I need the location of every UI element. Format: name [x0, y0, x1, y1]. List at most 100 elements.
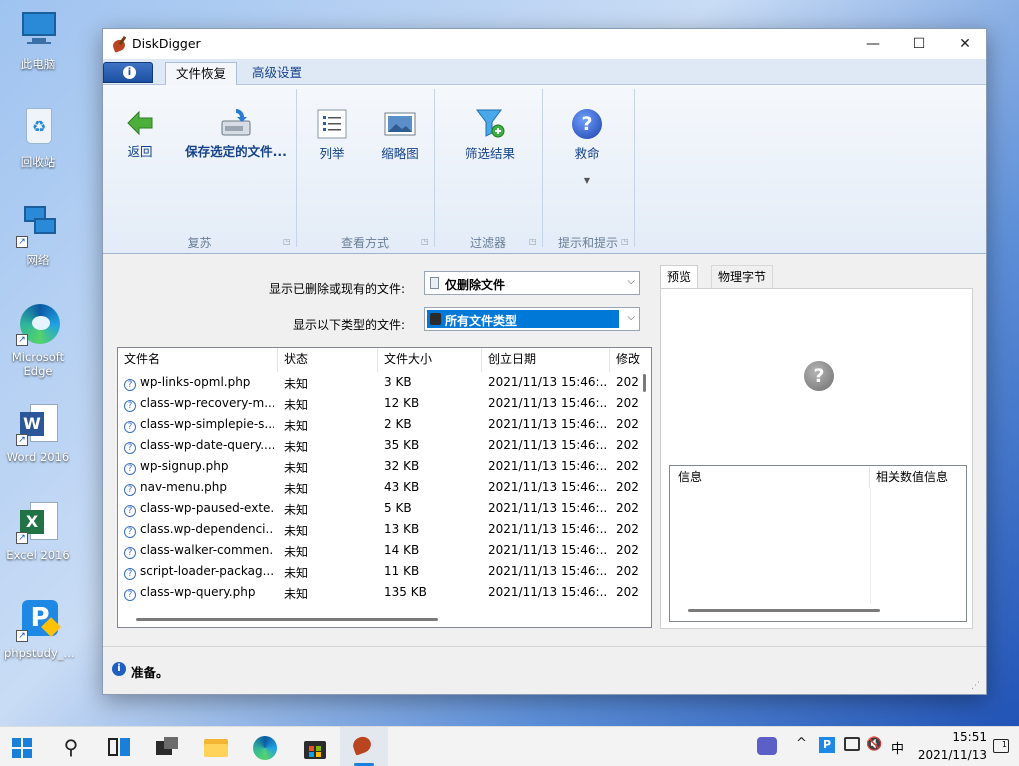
- search-icon[interactable]: ⚲: [56, 733, 86, 761]
- desktop-icon-network[interactable]: ↗ 网络: [4, 204, 72, 268]
- status-bar: i 准备。 ⋰: [103, 646, 986, 694]
- close-button[interactable]: ✕: [942, 29, 988, 59]
- thumbnails-icon: [384, 112, 416, 136]
- dialog-launcher-icon[interactable]: ◳: [621, 237, 629, 246]
- tab-advanced-settings[interactable]: 高级设置: [242, 62, 312, 85]
- save-selected-button[interactable]: 保存选定的文件...: [181, 107, 291, 160]
- column-header-created[interactable]: 创立日期: [482, 348, 610, 372]
- column-header-size[interactable]: 文件大小: [378, 348, 482, 372]
- application-menu-button[interactable]: i: [103, 62, 153, 83]
- network-tray-icon[interactable]: [844, 737, 860, 751]
- cell-name: ? class-wp-query.php: [124, 585, 274, 601]
- clock-date[interactable]: 2021/11/13: [905, 748, 987, 762]
- info-column-header[interactable]: 信息: [670, 466, 870, 488]
- file-list-table[interactable]: 文件名 状态 文件大小 创立日期 修改 ? wp-links-opml.php 未知…: [117, 347, 652, 628]
- cell-text: class.wp-dependenci...: [140, 522, 274, 536]
- desktop-icon-this-pc[interactable]: 此电脑: [4, 8, 72, 72]
- table-row[interactable]: ? class.wp-dependenci... 未知 13 KB 2021/11/13…: [118, 520, 639, 541]
- vertical-scrollbar[interactable]: [639, 372, 651, 612]
- clock-time[interactable]: 15:51: [905, 730, 987, 744]
- store-icon[interactable]: [300, 733, 330, 761]
- back-button[interactable]: 返回: [115, 109, 165, 160]
- table-row[interactable]: ? class-wp-paused-exte... 未知 5 KB 2021/11/13…: [118, 499, 639, 520]
- title-bar[interactable]: DiskDigger — ☐ ✕: [103, 29, 986, 59]
- diskdigger-window: DiskDigger — ☐ ✕ i 文件恢复 高级设置 返回 保存选定的文件.…: [102, 28, 987, 695]
- cell-modified: 202: [616, 585, 640, 599]
- computer-icon: [16, 8, 60, 52]
- table-row[interactable]: ? nav-menu.php 未知 43 KB 2021/11/13 15:46:...…: [118, 478, 639, 499]
- main-content: 显示已删除或现有的文件: 仅删除文件 ⌵ 显示以下类型的文件: 所有文件类型 ⌵…: [103, 255, 986, 644]
- back-label: 返回: [127, 144, 153, 159]
- cell-text: 202: [616, 522, 639, 536]
- chevron-up-icon[interactable]: ^: [796, 736, 807, 751]
- table-row[interactable]: ? class-wp-simplepie-s... 未知 2 KB 2021/11/13…: [118, 415, 639, 436]
- table-row[interactable]: ? class-wp-date-query.... 未知 35 KB 2021/11/1…: [118, 436, 639, 457]
- cell-size: 14 KB: [384, 543, 478, 557]
- shortcut-arrow-icon: ↗: [16, 334, 28, 346]
- widgets-icon[interactable]: [152, 733, 182, 761]
- scrollbar-thumb[interactable]: [136, 618, 438, 621]
- phpstudy-tray-icon[interactable]: P: [819, 737, 835, 753]
- diskdigger-taskbar-button[interactable]: [340, 727, 388, 766]
- chevron-down-icon: ⌵: [627, 276, 635, 287]
- desktop-icon-excel[interactable]: X ↗ Excel 2016: [4, 500, 72, 562]
- tab-physical-bytes[interactable]: 物理字节: [711, 265, 774, 289]
- save-selected-label: 保存选定的文件...: [185, 144, 287, 159]
- edge-icon[interactable]: [250, 733, 280, 761]
- desktop-icon-edge[interactable]: ↗ Microsoft Edge: [4, 302, 72, 378]
- filter-results-button[interactable]: 筛选结果: [457, 107, 523, 162]
- cell-text: 未知: [284, 461, 309, 475]
- table-row[interactable]: ? wp-signup.php 未知 32 KB 2021/11/13 15:46:..…: [118, 457, 639, 478]
- horizontal-scrollbar[interactable]: [118, 612, 639, 627]
- show-types-select[interactable]: 所有文件类型 ⌵: [424, 307, 640, 331]
- file-explorer-icon[interactable]: [201, 733, 231, 761]
- input-method-indicator[interactable]: 中: [891, 738, 904, 757]
- scrollbar-thumb[interactable]: [643, 374, 646, 392]
- desktop-icon-recycle-bin[interactable]: ♻ 回收站: [4, 106, 72, 170]
- unknown-file-icon: ?: [124, 463, 136, 475]
- table-row[interactable]: ? class-wp-query.php 未知 135 KB 2021/11/13 15…: [118, 583, 640, 604]
- filter-funnel-icon: [476, 109, 505, 138]
- minimize-button[interactable]: —: [850, 29, 896, 59]
- desktop-icon-phpstudy[interactable]: P ↗ phpstudy_...: [4, 598, 75, 660]
- teams-chat-icon[interactable]: [757, 737, 777, 755]
- group-separator: [434, 89, 435, 247]
- resize-grip-icon[interactable]: ⋰: [971, 681, 980, 691]
- scrollbar-thumb[interactable]: [688, 609, 880, 612]
- dialog-launcher-icon[interactable]: ◳: [421, 237, 429, 246]
- table-row[interactable]: ? script-loader-packag... 未知 11 KB 2021/11/1…: [118, 562, 639, 583]
- tab-preview[interactable]: 预览: [660, 265, 699, 289]
- cell-text: script-loader-packag...: [140, 564, 274, 578]
- table-row[interactable]: ? class-walker-commen... 未知 14 KB 2021/11/13…: [118, 541, 639, 562]
- cell-created: 2021/11/13 15:46:...: [488, 585, 606, 599]
- tab-file-recovery[interactable]: 文件恢复: [165, 62, 238, 85]
- show-deleted-select[interactable]: 仅删除文件 ⌵: [424, 271, 640, 295]
- cell-text: 202: [616, 585, 639, 599]
- column-header-status[interactable]: 状态: [278, 348, 378, 372]
- task-view-icon[interactable]: [104, 733, 134, 761]
- unknown-file-icon: ?: [124, 484, 136, 496]
- dialog-launcher-icon[interactable]: ◳: [283, 237, 291, 246]
- start-icon[interactable]: [8, 733, 38, 761]
- rescue-help-button[interactable]: ? 救命 ▼: [565, 109, 609, 185]
- phpstudy-icon: P ↗: [16, 598, 61, 642]
- cell-name: ? class-wp-simplepie-s...: [124, 417, 274, 433]
- value-column-header[interactable]: 相关数值信息: [870, 466, 966, 488]
- list-view-button[interactable]: 列举: [310, 109, 354, 162]
- notification-icon[interactable]: 1: [993, 739, 1009, 753]
- column-header-modified[interactable]: 修改: [610, 348, 650, 372]
- dialog-launcher-icon[interactable]: ◳: [529, 237, 537, 246]
- cell-name: ? script-loader-packag...: [124, 564, 274, 580]
- cell-name: ? wp-links-opml.php: [124, 375, 274, 391]
- maximize-button[interactable]: ☐: [896, 29, 942, 59]
- desktop-icon-word[interactable]: W ↗ Word 2016: [4, 402, 72, 464]
- speaker-muted-icon[interactable]: 🔇: [866, 737, 882, 752]
- table-row[interactable]: ? wp-links-opml.php 未知 3 KB 2021/11/13 15:46…: [118, 373, 639, 394]
- column-header-name[interactable]: 文件名: [118, 348, 278, 372]
- table-row[interactable]: ? class-wp-recovery-m... 未知 12 KB 2021/11/13…: [118, 394, 639, 415]
- unknown-file-icon: ?: [124, 379, 136, 391]
- cell-name: ? class-wp-paused-exte...: [124, 501, 274, 517]
- info-icon: i: [123, 66, 136, 79]
- cell-size: 5 KB: [384, 501, 478, 515]
- thumbnails-view-button[interactable]: 缩略图: [374, 109, 426, 162]
